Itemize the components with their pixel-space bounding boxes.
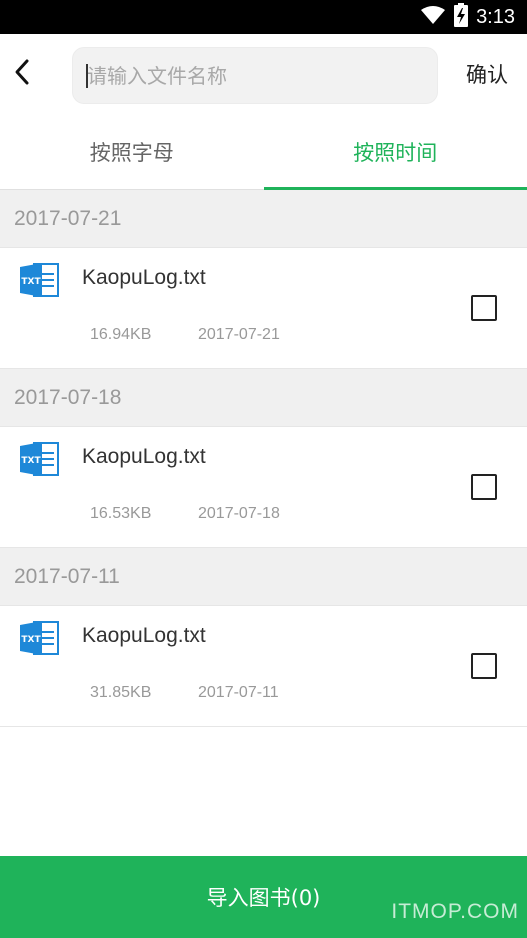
svg-text:TXT: TXT — [21, 277, 41, 287]
file-size: 31.85KB — [90, 684, 152, 701]
svg-text:TXT: TXT — [21, 456, 41, 466]
tab-sort-alphabetical[interactable]: 按照字母 — [0, 114, 264, 189]
file-date: 2017-07-21 — [198, 326, 280, 343]
file-name: KaopuLog.txt — [82, 445, 206, 468]
date-section-header: 2017-07-18 — [0, 369, 527, 427]
txt-file-icon: TXT — [20, 441, 60, 477]
back-button[interactable] — [6, 52, 38, 92]
file-date: 2017-07-11 — [198, 684, 279, 701]
file-row[interactable]: TXT KaopuLog.txt 16.53KB 2017-07-18 — [0, 427, 527, 548]
text-cursor — [86, 64, 88, 88]
status-time: 3:13 — [476, 5, 515, 28]
battery-charging-icon — [454, 3, 469, 31]
search-input[interactable] — [87, 48, 437, 103]
file-size: 16.94KB — [90, 326, 152, 343]
file-name: KaopuLog.txt — [82, 266, 206, 289]
file-date: 2017-07-18 — [198, 505, 280, 522]
status-icons: 3:13 — [420, 0, 515, 34]
import-books-button[interactable]: 导入图书(0) — [0, 856, 527, 938]
svg-text:TXT: TXT — [21, 635, 41, 645]
date-section-header: 2017-07-11 — [0, 548, 527, 606]
chevron-left-icon — [15, 59, 29, 85]
wifi-icon — [420, 5, 446, 29]
search-box[interactable] — [72, 47, 438, 104]
date-section-header: 2017-07-21 — [0, 190, 527, 248]
file-checkbox[interactable] — [471, 474, 497, 500]
file-list: 2017-07-21 TXT KaopuLog.txt 16.94KB 2017… — [0, 190, 527, 727]
watermark: ITMOP.COM — [391, 900, 519, 923]
file-row[interactable]: TXT KaopuLog.txt 31.85KB 2017-07-11 — [0, 606, 527, 727]
file-checkbox[interactable] — [471, 653, 497, 679]
file-size: 16.53KB — [90, 505, 152, 522]
confirm-button[interactable]: 确认 — [452, 56, 522, 92]
txt-file-icon: TXT — [20, 262, 60, 298]
file-row[interactable]: TXT KaopuLog.txt 16.94KB 2017-07-21 — [0, 248, 527, 369]
file-checkbox[interactable] — [471, 295, 497, 321]
sort-tabs: 按照字母 按照时间 — [0, 114, 527, 190]
tab-sort-by-time[interactable]: 按照时间 — [263, 114, 527, 190]
txt-file-icon: TXT — [20, 620, 60, 656]
file-name: KaopuLog.txt — [82, 624, 206, 647]
status-bar: 3:13 — [0, 0, 527, 34]
search-bar: 确认 — [0, 34, 527, 114]
